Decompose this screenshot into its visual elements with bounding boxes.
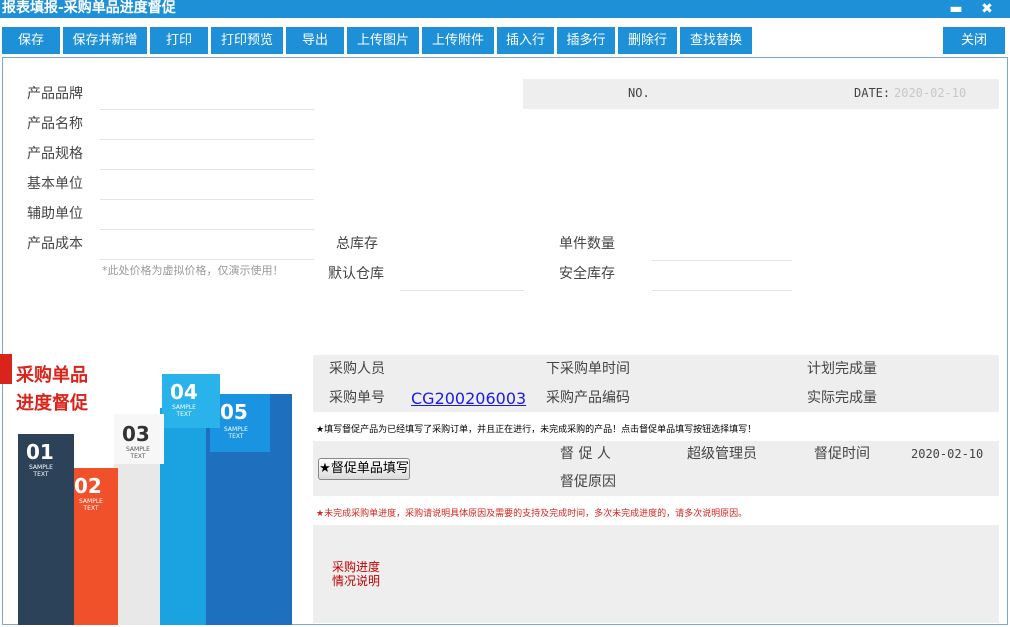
aux-unit-input[interactable] [100,229,314,230]
save-and-new-button[interactable]: 保存并新增 [63,27,147,54]
box-01-number: 01 [26,440,54,464]
box-03-caption: SAMPLE TEXT [126,446,150,460]
box-05-number: 05 [220,400,248,424]
default-warehouse-input[interactable] [400,290,524,291]
save-button[interactable]: 保存 [2,27,60,54]
delete-row-button[interactable]: 删除行 [618,27,677,54]
actual-qty-label: 实际完成量 [807,390,877,406]
no-date-bar: NO. DATE: 2020-02-10 [523,79,999,109]
box-03-number: 03 [122,422,150,446]
infographic-cap-03: 03 SAMPLE TEXT [114,414,164,464]
order-time-label: 下采购单时间 [546,361,630,377]
infographic-cap-04: 04 SAMPLE TEXT [162,374,220,428]
safety-stock-input[interactable] [652,290,792,291]
close-button[interactable]: 关闭 [943,27,1005,54]
urge-reason-label: 督促原因 [560,474,616,490]
box-01-caption: SAMPLE TEXT [29,464,53,478]
find-replace-button[interactable]: 查找替换 [680,27,752,54]
urge-item-button[interactable]: ★督促单品填写 [318,458,410,480]
toolbar: 保存 保存并新增 打印 打印预览 导出 上传图片 上传附件 插入行 插多行 删除… [0,18,1010,58]
upload-image-button[interactable]: 上传图片 [347,27,419,54]
buyer-label: 采购人员 [329,361,385,377]
total-stock-label: 总库存 [336,236,378,252]
unit-qty-label: 单件数量 [559,236,615,252]
box-04-caption: SAMPLE TEXT [172,404,196,418]
section-marker [0,354,12,384]
window-titlebar: 报表填报-采购单品进度督促 ▬ ✖ [0,0,1010,18]
base-unit-label: 基本单位 [27,176,83,192]
urge-panel [313,441,999,496]
brand-label: 产品品牌 [27,86,83,102]
spec-label: 产品规格 [27,146,83,162]
urger-value: 超级管理员 [687,446,757,462]
box-05-caption: SAMPLE TEXT [224,426,248,440]
name-input[interactable] [100,139,314,140]
box-02-number: 02 [74,474,102,498]
safety-stock-label: 安全库存 [559,266,615,282]
infographic-box-01: 01 SAMPLE TEXT [18,434,74,625]
purchase-note: ★填写督促产品为已经填写了采购订单，并且正在进行，未完成采购的产品！点击督促单品… [316,425,757,435]
brand-input[interactable] [100,109,314,110]
window-title: 报表填报-采购单品进度督促 [2,0,176,16]
base-unit-input[interactable] [100,199,314,200]
urge-time-value: 2020-02-10 [911,447,984,461]
upload-attachment-button[interactable]: 上传附件 [422,27,494,54]
name-label: 产品名称 [27,116,83,132]
box-04-number: 04 [170,380,198,404]
progress-panel[interactable] [313,525,999,623]
print-button[interactable]: 打印 [150,27,208,54]
print-preview-button[interactable]: 打印预览 [211,27,283,54]
product-code-label: 采购产品编码 [546,390,630,406]
infographic-box-03 [114,454,160,625]
infographic: 05 SAMPLE TEXT 04 SAMPLE TEXT 03 SAMPLE … [14,372,296,625]
date-value: 2020-02-10 [894,86,967,100]
cost-input[interactable] [100,259,314,260]
spec-input[interactable] [100,169,314,170]
aux-unit-label: 辅助单位 [27,206,83,222]
no-label: NO. [628,86,650,100]
urge-note: ★未完成采购单进度，采购请说明具体原因及需要的支持及完成时间，多次未完成进度的，… [316,509,748,519]
minimize-icon[interactable]: ▬ [944,0,968,18]
urger-label: 督 促 人 [560,446,611,462]
box-02-caption: SAMPLE TEXT [79,498,103,512]
cost-label: 产品成本 [27,236,83,252]
close-window-icon[interactable]: ✖ [975,0,999,18]
order-no-link[interactable]: CG200206003 [411,389,526,408]
date-label: DATE: [854,86,891,100]
plan-qty-label: 计划完成量 [807,361,877,377]
unit-qty-input[interactable] [652,260,792,261]
infographic-box-04 [160,408,206,625]
progress-label-line1: 采购进度 [332,560,381,574]
urge-time-label: 督促时间 [814,446,870,462]
order-no-label: 采购单号 [329,390,385,406]
insert-rows-button[interactable]: 插多行 [557,27,615,54]
insert-row-button[interactable]: 插入行 [497,27,554,54]
default-warehouse-label: 默认仓库 [328,266,384,282]
export-button[interactable]: 导出 [286,27,344,54]
cost-note: *此处价格为虚拟价格，仅演示使用！ [102,264,284,277]
progress-label-line2: 情况说明 [332,574,381,588]
